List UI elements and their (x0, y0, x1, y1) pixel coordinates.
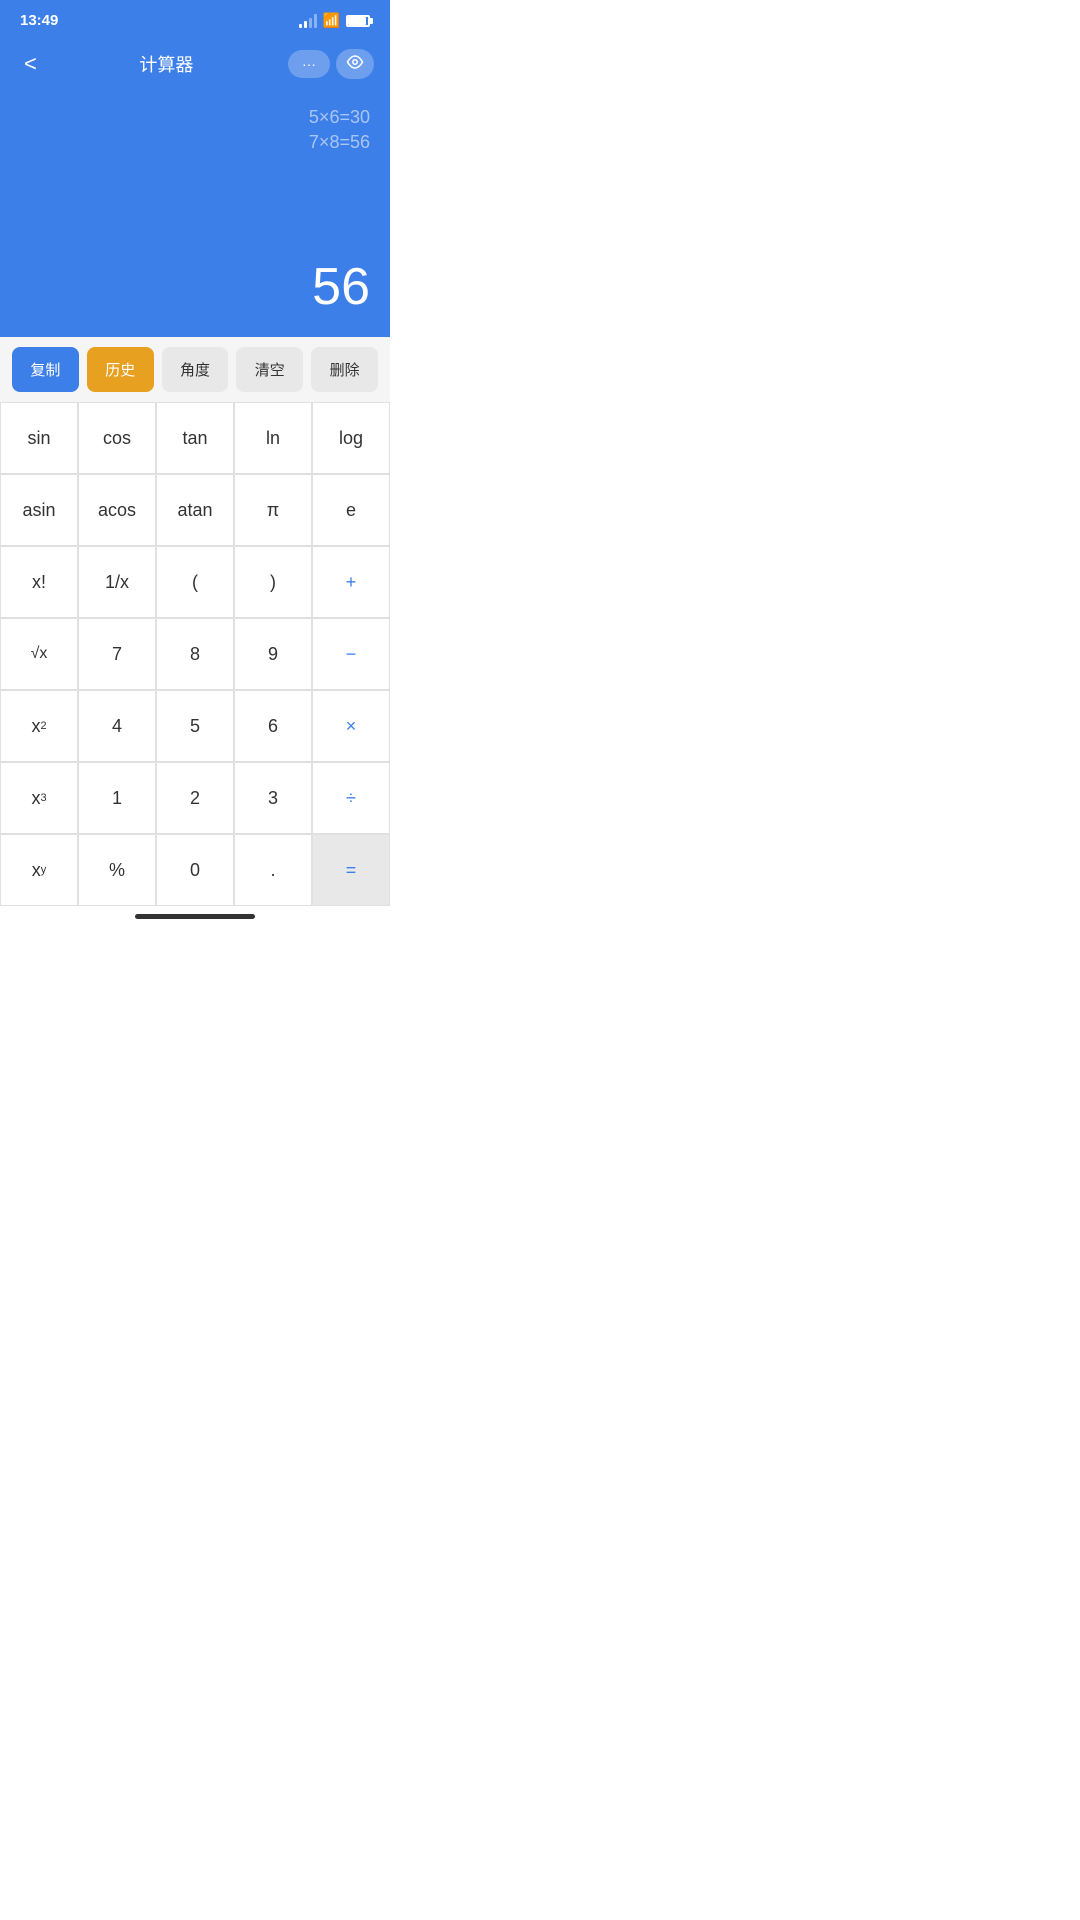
key-acos[interactable]: acos (78, 474, 156, 546)
copy-button[interactable]: 复制 (12, 347, 79, 392)
clear-button[interactable]: 清空 (236, 347, 303, 392)
key-9[interactable]: 9 (234, 618, 312, 690)
key-minus[interactable]: − (312, 618, 390, 690)
key-2[interactable]: 2 (156, 762, 234, 834)
current-result: 56 (20, 257, 370, 317)
key-log[interactable]: log (312, 402, 390, 474)
key-0[interactable]: 0 (156, 834, 234, 906)
key-e[interactable]: e (312, 474, 390, 546)
home-bar (135, 914, 255, 919)
status-bar: 13:49 📶 (0, 0, 390, 37)
key-asin[interactable]: asin (0, 474, 78, 546)
key-reciprocal[interactable]: 1/x (78, 546, 156, 618)
delete-button[interactable]: 删除 (311, 347, 378, 392)
status-time: 13:49 (20, 12, 58, 29)
key-cube[interactable]: x3 (0, 762, 78, 834)
wifi-icon: 📶 (323, 12, 340, 29)
key-multiply[interactable]: × (312, 690, 390, 762)
key-sin[interactable]: sin (0, 402, 78, 474)
battery-icon (346, 15, 370, 27)
key-factorial[interactable]: x! (0, 546, 78, 618)
key-1[interactable]: 1 (78, 762, 156, 834)
key-open-paren[interactable]: ( (156, 546, 234, 618)
key-divide[interactable]: ÷ (312, 762, 390, 834)
eye-icon (346, 53, 364, 76)
key-3[interactable]: 3 (234, 762, 312, 834)
more-button[interactable]: ··· (288, 50, 330, 78)
key-plus[interactable]: + (312, 546, 390, 618)
key-equals[interactable]: = (312, 834, 390, 906)
key-tan[interactable]: tan (156, 402, 234, 474)
angle-button[interactable]: 角度 (162, 347, 229, 392)
app-header: < 计算器 ··· (0, 37, 390, 97)
key-8[interactable]: 8 (156, 618, 234, 690)
key-7[interactable]: 7 (78, 618, 156, 690)
key-6[interactable]: 6 (234, 690, 312, 762)
history-section: 5×6=30 7×8=56 (20, 107, 370, 153)
display-area: 5×6=30 7×8=56 56 (0, 97, 390, 337)
key-sqrt[interactable]: √x (0, 618, 78, 690)
page-title: 计算器 (139, 51, 193, 77)
key-atan[interactable]: atan (156, 474, 234, 546)
history-item-2: 7×8=56 (309, 132, 370, 153)
calculator-keypad: sin cos tan ln log asin acos atan π e x!… (0, 402, 390, 906)
back-button[interactable]: < (16, 47, 45, 81)
home-indicator (0, 906, 390, 931)
key-cos[interactable]: cos (78, 402, 156, 474)
key-5[interactable]: 5 (156, 690, 234, 762)
key-pi[interactable]: π (234, 474, 312, 546)
key-percent[interactable]: % (78, 834, 156, 906)
key-close-paren[interactable]: ) (234, 546, 312, 618)
key-dot[interactable]: . (234, 834, 312, 906)
action-row: 复制 历史 角度 清空 删除 (0, 337, 390, 402)
history-button[interactable]: 历史 (87, 347, 154, 392)
header-actions: ··· (288, 49, 374, 79)
key-square[interactable]: x2 (0, 690, 78, 762)
key-4[interactable]: 4 (78, 690, 156, 762)
status-icons: 📶 (299, 12, 370, 29)
signal-icon (299, 14, 317, 28)
eye-button[interactable] (336, 49, 374, 79)
history-item-1: 5×6=30 (309, 107, 370, 128)
key-power[interactable]: xy (0, 834, 78, 906)
key-ln[interactable]: ln (234, 402, 312, 474)
